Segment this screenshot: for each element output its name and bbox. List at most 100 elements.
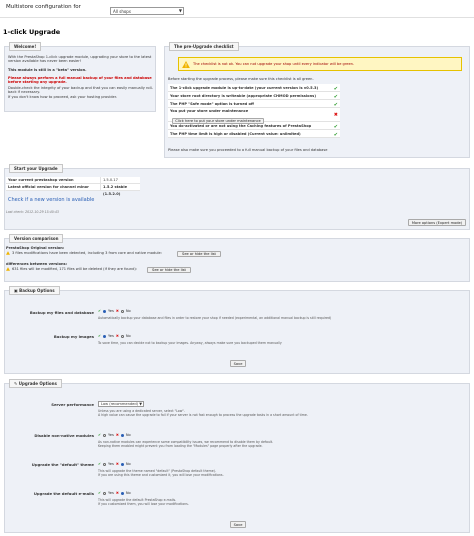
integrity-note: Double-check the integrity of your backu… (8, 86, 153, 95)
upgrade-theme-radio: ✔ Yes ✖ No (98, 462, 131, 466)
chevron-down-icon: ▼ (139, 402, 142, 406)
server-performance-value: Low (recommended) (101, 402, 139, 406)
backup-warning: Please always perform a full manual back… (8, 76, 152, 85)
version-comparison-panel: Version comparison (4, 234, 470, 282)
multistore-bar: Multistore configuration for All shops ▼ (0, 0, 474, 18)
backup-images-label: Backup my images (53, 334, 94, 339)
yes-label: Yes (108, 309, 114, 313)
upgrade-options-legend: ✎ Upgrade Options (9, 379, 62, 388)
check-icon: ✔ (98, 462, 102, 466)
no-label: No (125, 309, 131, 313)
checklist-row: The PHP time limit is high or disabled (… (168, 130, 340, 138)
upgrade-emails-label: Upgrade the default e-mails (33, 491, 94, 496)
checklist-intro: Before starting the upgrade process, ple… (168, 77, 314, 81)
diff-row: 631 files will be modified, 171 files wi… (6, 267, 138, 272)
check-icon: ✔ (333, 132, 338, 138)
warning-icon (182, 61, 190, 68)
radio-yes[interactable] (103, 491, 107, 495)
radio-no[interactable] (120, 491, 124, 495)
backup-legend-text: Backup Options (19, 288, 55, 293)
radio-no[interactable] (120, 433, 124, 437)
radio-yes[interactable] (103, 433, 107, 437)
table-row: Latest official version for channel mino… (6, 184, 140, 196)
radio-no[interactable] (120, 334, 124, 338)
upgrade-emails-help-2: If you customized them, you will lose yo… (98, 502, 189, 506)
see-hide-diff-button[interactable]: See or hide the list (147, 267, 191, 273)
original-title: PrestaShop Original version: (6, 246, 65, 250)
checklist-row: Your store root directory is writeable (… (168, 92, 340, 100)
backup-images-help: To save time, you can decide not to back… (98, 341, 282, 345)
see-hide-original-button[interactable]: See or hide the list (177, 251, 221, 257)
no-label: No (125, 334, 131, 338)
warning-icon (6, 251, 10, 256)
yes-label: Yes (108, 334, 114, 338)
warning-icon (6, 267, 10, 272)
backup-options-legend: ▣ Backup Options (9, 286, 60, 295)
more-options-button[interactable]: More options (Expert mode) (408, 219, 466, 226)
yes-label: Yes (108, 433, 114, 437)
radio-yes[interactable] (103, 334, 107, 338)
original-text: 3 files modifications have been detected… (12, 251, 162, 255)
upgrade-emails-radio: ✔ Yes ✖ No (98, 491, 131, 495)
checklist-row-label: The 1-click upgrade module is up-to-date… (170, 86, 319, 90)
server-help-2: A high value can cause the upgrade to fa… (98, 413, 308, 417)
check-icon: ✔ (98, 309, 102, 313)
shop-select[interactable]: All shops ▼ (110, 7, 184, 15)
welcome-legend: Welcome! (9, 42, 42, 51)
cross-icon: ✖ (115, 309, 119, 313)
checklist-row-label: The PHP time limit is high or disabled (… (170, 132, 301, 136)
page-title: 1-click Upgrade (3, 28, 61, 36)
chevron-down-icon: ▼ (178, 8, 182, 13)
cross-icon: ✖ (115, 433, 119, 437)
start-upgrade-legend: Start your Upgrade (9, 164, 63, 173)
version-comparison-legend: Version comparison (9, 234, 64, 243)
cross-icon: ✖ (115, 491, 119, 495)
upgrade-theme-help-2: If you are using this theme and customiz… (98, 473, 224, 477)
disable-modules-help-2: Keeping them enabled might prevent you f… (98, 444, 263, 448)
save-upgrade-button[interactable]: Save (230, 521, 246, 528)
last-check: Last check: 2012-10-29 15:40:43 (6, 210, 59, 214)
server-performance-select[interactable]: Low (recommended) ▼ (98, 401, 144, 407)
checklist-outro: Please also make sure you proceeded to a… (168, 148, 328, 152)
radio-yes[interactable] (103, 462, 107, 466)
welcome-intro: With the PrestaShop 1-click upgrade modu… (8, 55, 152, 64)
backup-files-help: Automatically backup your database and f… (98, 316, 332, 320)
beta-notice: This module is still in a "beta" version… (8, 68, 87, 72)
radio-no[interactable] (120, 309, 124, 313)
checklist-row: The 1-click upgrade module is up-to-date… (168, 84, 340, 92)
checklist-row-label: You do-activated or are not using the Ca… (170, 124, 312, 128)
disable-modules-label: Disable non-native modules (34, 433, 94, 438)
version-value: 1.5.0.17 (100, 177, 140, 183)
maintenance-button[interactable]: Click here to put your store under maint… (172, 118, 264, 124)
backup-files-radio: ✔ Yes ✖ No (98, 309, 131, 313)
checklist-warning-text: The checklist is not ok. You can not upg… (193, 62, 355, 66)
backup-images-radio: ✔ Yes ✖ No (98, 334, 131, 338)
checklist-row-label: Your store root directory is writeable (… (170, 94, 316, 98)
diff-text: 631 files will be modified, 171 files wi… (12, 267, 138, 271)
upgrade-theme-label: Upgrade the "default" theme (31, 462, 94, 467)
disable-modules-radio: ✔ Yes ✖ No (98, 433, 131, 437)
checklist-legend: The pre-Upgrade checklist (169, 42, 239, 51)
upgrade-legend-text: Upgrade Options (18, 381, 57, 386)
cross-icon: ✖ (333, 112, 338, 118)
shop-select-value: All shops (113, 9, 131, 14)
checklist-warning: The checklist is not ok. You can not upg… (178, 57, 462, 71)
check-icon: ✔ (98, 334, 102, 338)
multistore-label: Multistore configuration for (6, 4, 81, 10)
yes-label: Yes (108, 462, 114, 466)
cross-icon: ✖ (115, 334, 119, 338)
check-icon: ✔ (98, 491, 102, 495)
version-key: Latest official version for channel mino… (8, 185, 89, 189)
save-backup-button[interactable]: Save (230, 360, 246, 367)
welcome-panel: Welcome! With the PrestaShop 1-click upg… (4, 42, 156, 112)
original-row: 3 files modifications have been detected… (6, 251, 162, 256)
version-key: Your current prestashop version (8, 178, 74, 182)
radio-yes[interactable] (103, 309, 107, 313)
checklist-row-label: The PHP "Safe mode" option is turned off (170, 102, 254, 106)
version-table: Your current prestashop version 1.5.0.17 … (6, 177, 140, 196)
checklist-row-label: You put your store under maintenance (170, 109, 249, 113)
table-row: Your current prestashop version 1.5.0.17 (6, 177, 140, 184)
radio-no[interactable] (120, 462, 124, 466)
check-new-version-link[interactable]: Check if a new version is available (8, 197, 94, 203)
backup-files-label: Backup my files and database (29, 310, 94, 315)
